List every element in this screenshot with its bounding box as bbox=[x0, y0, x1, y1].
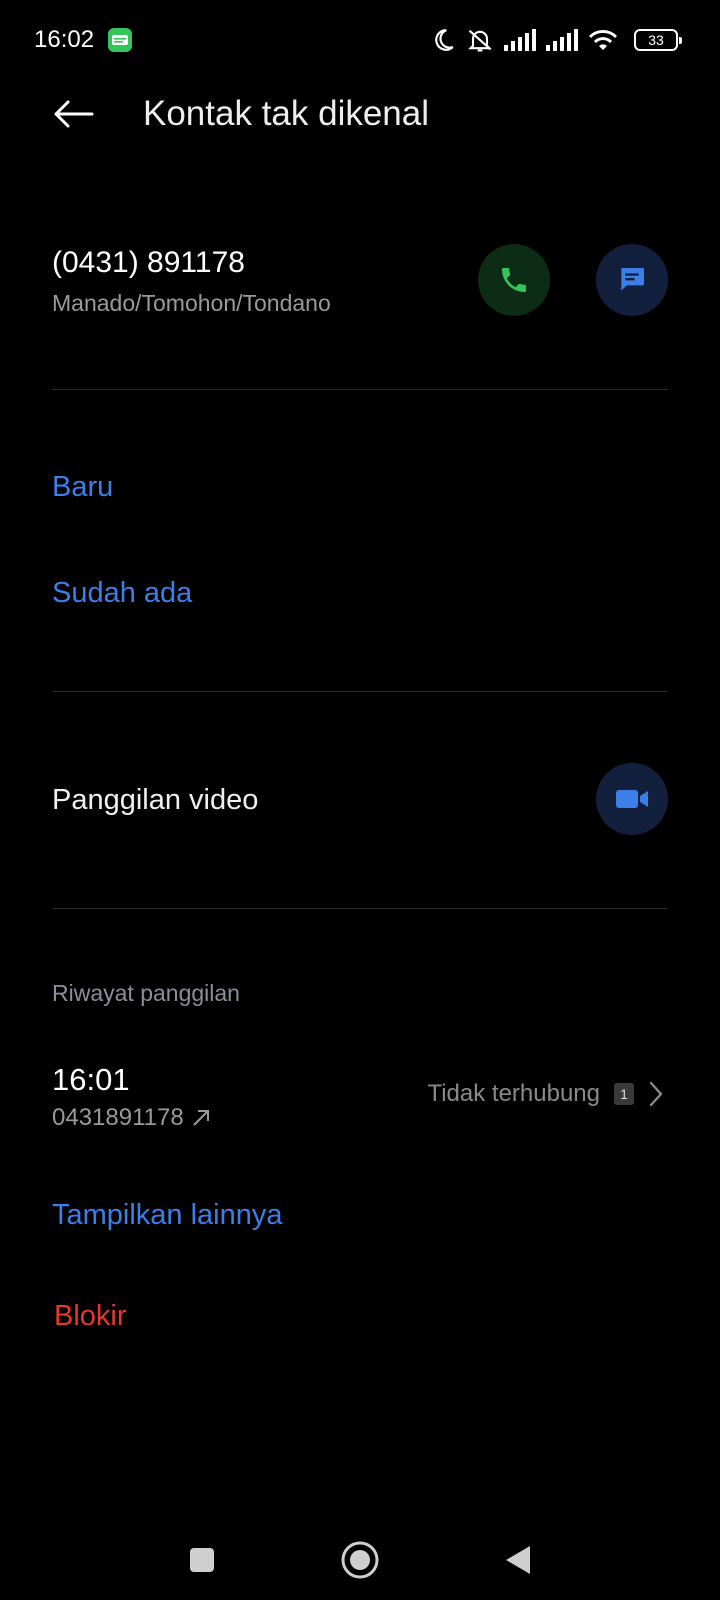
message-button[interactable] bbox=[596, 244, 668, 316]
video-call-button[interactable] bbox=[596, 763, 668, 835]
battery-icon: 33 bbox=[634, 29, 682, 51]
page-title: Kontak tak dikenal bbox=[143, 94, 430, 133]
history-entry-status: Tidak terhubung bbox=[427, 1080, 600, 1107]
back-triangle-icon bbox=[506, 1546, 530, 1574]
back-button[interactable] bbox=[48, 92, 98, 136]
home-button[interactable] bbox=[336, 1536, 384, 1584]
block-button[interactable]: Blokir bbox=[54, 1300, 127, 1333]
history-entry-number: 0431891178 bbox=[52, 1104, 212, 1132]
show-more-button[interactable]: Tampilkan lainnya bbox=[52, 1199, 283, 1232]
existing-contact-button[interactable]: Sudah ada bbox=[52, 577, 192, 610]
status-bar: 16:02 33 bbox=[0, 0, 720, 84]
arrow-left-icon bbox=[54, 100, 94, 128]
call-count-badge: 1 bbox=[614, 1083, 634, 1105]
divider bbox=[52, 908, 668, 909]
video-call-label: Panggilan video bbox=[52, 784, 259, 816]
nav-back-button[interactable] bbox=[494, 1536, 542, 1584]
signal-icon bbox=[546, 29, 578, 51]
wifi-icon bbox=[588, 28, 618, 52]
history-entry-number-text: 0431891178 bbox=[52, 1104, 184, 1131]
contact-number: (0431) 891178 bbox=[52, 246, 245, 279]
divider bbox=[52, 691, 668, 692]
navigation-bar bbox=[0, 1520, 720, 1600]
phone-icon bbox=[502, 268, 526, 292]
recents-square-icon bbox=[190, 1548, 214, 1572]
home-circle-icon bbox=[341, 1541, 379, 1579]
webtoon-notification-icon bbox=[108, 28, 132, 52]
recents-button[interactable] bbox=[178, 1536, 226, 1584]
status-time: 16:02 bbox=[34, 26, 95, 53]
history-entry-status-group: Tidak terhubung 1 bbox=[427, 1080, 664, 1108]
video-camera-icon bbox=[616, 790, 648, 808]
chevron-right-icon bbox=[649, 1081, 663, 1107]
history-entry-time: 16:01 bbox=[52, 1062, 130, 1097]
signal-icon bbox=[504, 29, 536, 51]
moon-icon bbox=[430, 27, 456, 53]
call-button[interactable] bbox=[478, 244, 550, 316]
divider bbox=[52, 389, 668, 390]
contact-location: Manado/Tomohon/Tondano bbox=[52, 290, 331, 316]
outgoing-arrow-icon bbox=[192, 1110, 209, 1126]
message-icon bbox=[621, 268, 644, 291]
muted-bell-icon bbox=[466, 26, 494, 54]
status-icons: 33 bbox=[430, 24, 682, 56]
call-history-header: Riwayat panggilan bbox=[52, 980, 240, 1006]
screen: 16:02 33 Kontak tak dikenal (0431) 89117… bbox=[0, 0, 720, 1600]
new-contact-button[interactable]: Baru bbox=[52, 471, 113, 504]
